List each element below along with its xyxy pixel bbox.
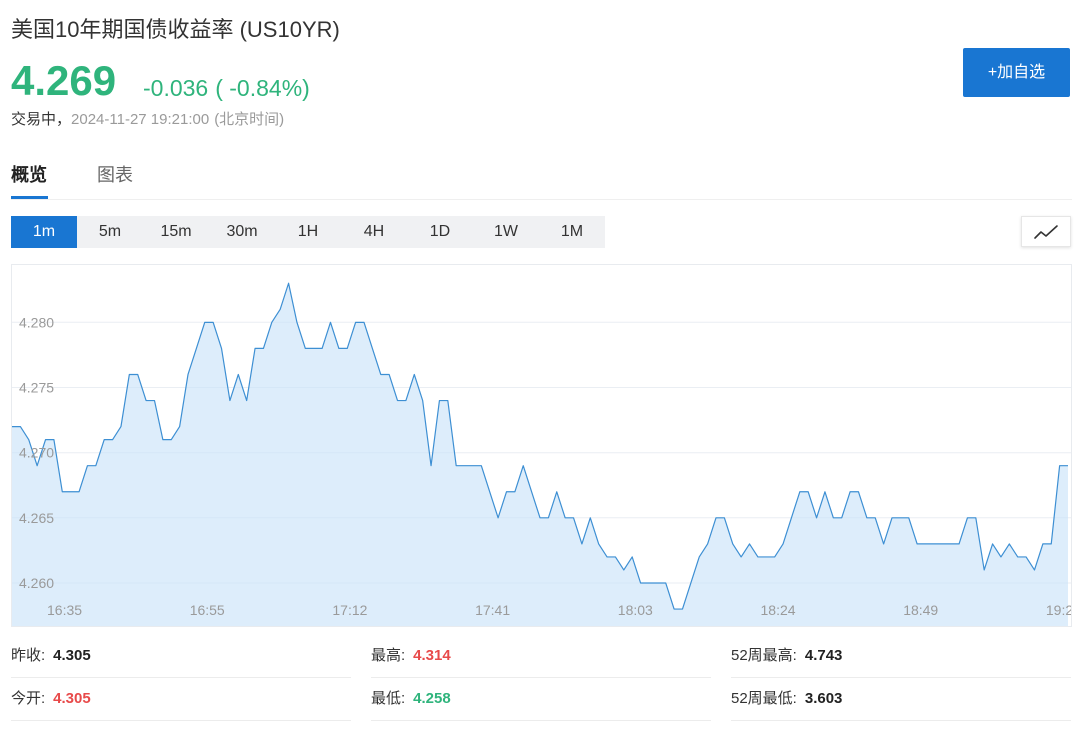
x-tick-label: 18:24 [761,602,796,618]
row-divider [731,677,1071,678]
intraday-chart[interactable]: 4.280 4.275 4.270 4.265 4.260 16:35 16:55 17:12… [11,264,1072,627]
range-30m-button[interactable]: 30m [209,216,275,248]
x-tick-label: 16:55 [190,602,225,618]
x-tick-label: 18:49 [903,602,938,618]
stat-value: 3.603 [804,690,843,707]
y-tick-label: 4.270 [19,445,54,461]
row-divider [371,720,711,721]
price-change: -0.036( -0.84%) [143,74,310,102]
change-value: -0.036 [143,75,209,101]
tab-divider [11,199,1072,200]
range-1w-button[interactable]: 1W [473,216,539,248]
chart-canvas: 4.280 4.275 4.270 4.265 4.260 16:35 16:55 17:12… [12,282,1071,626]
stat-prev-close: 昨收: 4.305 [11,645,91,667]
page-title: 美国10年期国债收益率 (US10YR) [11,17,340,42]
stat-label: 最高: [371,647,406,664]
row-divider [731,720,1071,721]
stat-label: 52周最高: [731,647,797,664]
stat-value: 4.305 [53,690,91,707]
row-divider [371,677,711,678]
stat-52w-high: 52周最高: 4.743 [731,645,842,667]
range-15m-button[interactable]: 15m [143,216,209,248]
range-1m-button[interactable]: 1m [11,216,77,248]
stat-value: 4.743 [804,647,843,664]
series-area [12,283,1068,626]
x-tick-label: 16:35 [47,602,82,618]
range-1mo-button[interactable]: 1M [539,216,605,248]
y-tick-label: 4.280 [19,314,54,330]
stat-value: 4.305 [53,647,91,664]
stat-low: 最低: 4.258 [371,688,451,710]
stat-high: 最高: 4.314 [371,645,451,667]
row-divider [11,677,351,678]
stat-value: 4.314 [413,647,451,664]
stat-label: 最低: [371,690,406,707]
quote-timestamp: 2024-11-27 19:21:00 [71,111,210,128]
last-price: 4.269 [11,57,117,104]
range-1h-button[interactable]: 1H [275,216,341,248]
row-divider [11,720,351,721]
stat-value: 4.258 [413,690,451,707]
stat-52w-low: 52周最低: 3.603 [731,688,842,710]
x-tick-label: 18:03 [618,602,653,618]
stat-label: 今开: [11,690,46,707]
stat-open: 今开: 4.305 [11,688,91,710]
timezone-label: (北京时间) [214,111,285,128]
x-tick-label: 19:2 [1046,602,1071,618]
line-chart-icon [1034,224,1058,239]
change-percent: ( -0.84%) [215,75,310,101]
stat-label: 52周最低: [731,690,797,707]
time-range-selector: 1m 5m 15m 30m 1H 4H 1D 1W 1M [11,216,605,248]
trading-status: 交易中，2024-11-27 19:21:00 (北京时间) [11,110,284,130]
stat-label: 昨收: [11,647,46,664]
chart-type-button[interactable] [1021,216,1071,247]
y-tick-label: 4.265 [19,510,54,526]
x-tick-label: 17:12 [332,602,367,618]
range-5m-button[interactable]: 5m [77,216,143,248]
tab-chart[interactable]: 图表 [97,163,133,187]
range-1d-button[interactable]: 1D [407,216,473,248]
tab-overview[interactable]: 概览 [11,163,47,187]
x-tick-label: 17:41 [475,602,510,618]
add-to-watchlist-button[interactable]: +加自选 [963,48,1070,97]
market-state: 交易中， [11,111,72,128]
y-tick-label: 4.260 [19,575,54,591]
y-tick-label: 4.275 [19,380,54,396]
range-4h-button[interactable]: 4H [341,216,407,248]
